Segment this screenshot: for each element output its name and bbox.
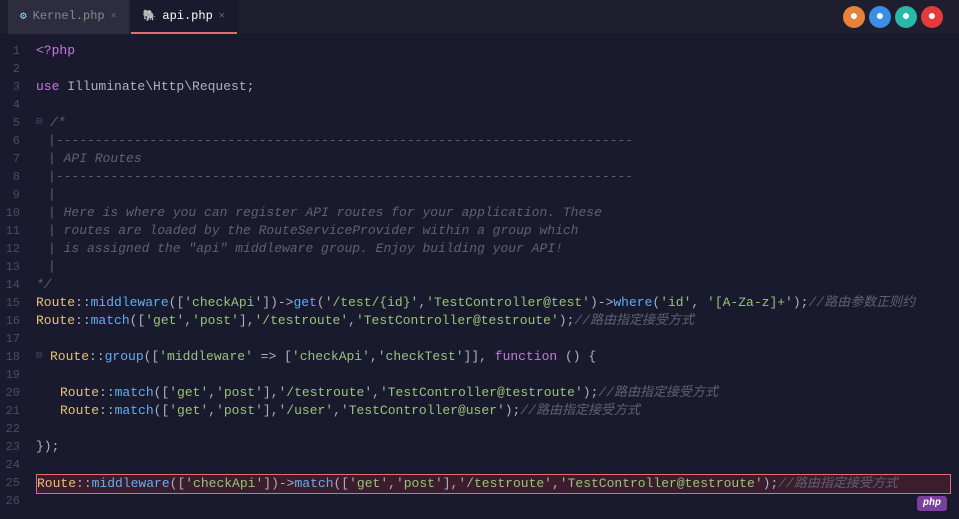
blue-circle-btn[interactable]: ●	[869, 6, 891, 28]
php-file-icon: 🐘	[143, 9, 157, 23]
code-line-1: <?php	[36, 42, 959, 60]
code-line-7: | API Routes	[36, 150, 959, 168]
teal-circle-btn[interactable]: ●	[895, 6, 917, 28]
code-line-6: |---------------------------------------…	[36, 132, 959, 150]
code-line-23: });	[36, 438, 959, 456]
code-line-19	[36, 366, 959, 384]
tab-api-label: api.php	[162, 9, 212, 23]
code-line-15: Route::middleware(['checkApi'])->get('/t…	[36, 294, 959, 312]
tab-api[interactable]: 🐘 api.php ✕	[131, 0, 237, 34]
tab-api-close[interactable]: ✕	[219, 10, 225, 22]
code-line-25: Route::middleware(['checkApi'])->match([…	[36, 474, 951, 494]
tab-kernel-close[interactable]: ✕	[111, 10, 117, 22]
code-line-11: | routes are loaded by the RouteServiceP…	[36, 222, 959, 240]
code-line-18: ⊟Route::group(['middleware' => ['checkAp…	[36, 348, 959, 366]
code-line-13: |	[36, 258, 959, 276]
code-line-22	[36, 420, 959, 438]
orange-circle-btn[interactable]: ●	[843, 6, 865, 28]
code-line-16: Route::match(['get','post'],'/testroute'…	[36, 312, 959, 330]
php-badge: php	[917, 496, 947, 511]
tab-bar: ⚙ Kernel.php ✕ 🐘 api.php ✕ ● ● ● ●	[0, 0, 959, 34]
code-line-26	[36, 494, 959, 512]
code-line-21: Route::match(['get','post'],'/user','Tes…	[36, 402, 959, 420]
code-line-17	[36, 330, 959, 348]
code-line-9: |	[36, 186, 959, 204]
kernel-icon: ⚙	[20, 9, 27, 23]
tab-kernel-label: Kernel.php	[33, 9, 105, 23]
code-line-10: | Here is where you can register API rou…	[36, 204, 959, 222]
tab-kernel[interactable]: ⚙ Kernel.php ✕	[8, 0, 129, 34]
code-line-14: */	[36, 276, 959, 294]
code-line-3: use Illuminate\Http\Request;	[36, 78, 959, 96]
code-content[interactable]: <?php use Illuminate\Http\Request; ⊟/* |…	[28, 34, 959, 519]
code-line-2	[36, 60, 959, 78]
code-line-20: Route::match(['get','post'],'/testroute'…	[36, 384, 959, 402]
top-right-icons: ● ● ● ●	[843, 6, 951, 28]
code-line-5: ⊟/*	[36, 114, 959, 132]
code-line-24	[36, 456, 959, 474]
code-line-12: | is assigned the "api" middleware group…	[36, 240, 959, 258]
editor-area: 1 2 3 4 5 6 7 8 9 10 11 12 13 14 15 16 1…	[0, 34, 959, 519]
red-circle-btn[interactable]: ●	[921, 6, 943, 28]
line-numbers: 1 2 3 4 5 6 7 8 9 10 11 12 13 14 15 16 1…	[0, 34, 28, 519]
code-line-8: |---------------------------------------…	[36, 168, 959, 186]
code-line-4	[36, 96, 959, 114]
